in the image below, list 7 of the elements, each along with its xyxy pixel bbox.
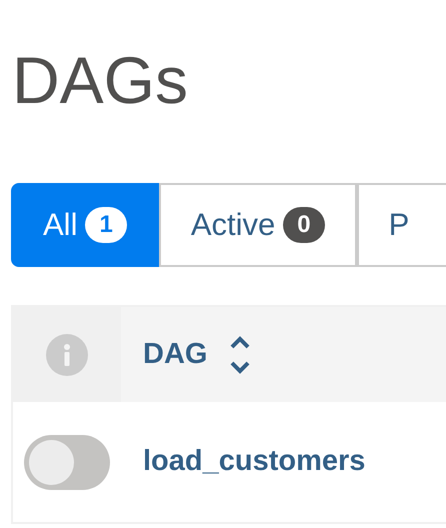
filter-tab[interactable]: All 1 xyxy=(11,183,159,267)
dag-link[interactable]: load_customers xyxy=(121,440,366,484)
sort-icon xyxy=(229,336,252,374)
filter-tab[interactable]: Active 0 xyxy=(158,183,357,267)
filter-tab[interactable]: P xyxy=(356,183,446,267)
info-icon xyxy=(46,334,88,376)
page-title: DAGs xyxy=(12,42,188,119)
